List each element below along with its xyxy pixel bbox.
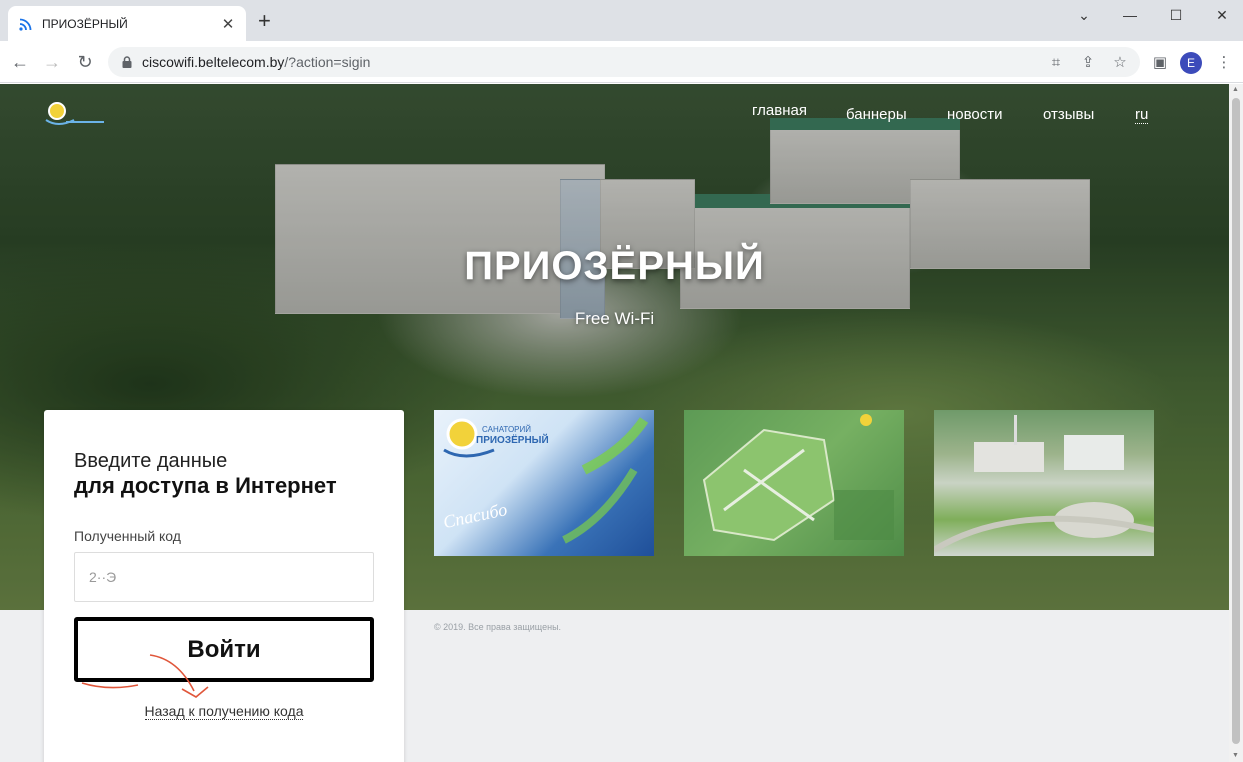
back-icon[interactable]: ← — [8, 50, 32, 74]
toolbar: ← → ↻ ciscowifi.beltelecom.by/?action=si… — [0, 41, 1243, 83]
url-text: ciscowifi.beltelecom.by/?action=sigin — [142, 54, 370, 70]
banner-thanks-text: Спасибо — [441, 499, 509, 532]
tab-title: ПРИОЗЁРНЫЙ — [42, 16, 128, 31]
page-scrollbar[interactable]: ▲ ▼ — [1229, 84, 1243, 762]
page-viewport: главная баннеры новости отзывы ru ПРИОЗЁ… — [0, 84, 1229, 762]
login-heading-line2: для доступа в Интернет — [74, 473, 337, 498]
banner-map-art — [702, 414, 894, 542]
url-host: ciscowifi.beltelecom.by — [142, 54, 285, 70]
window-close-icon[interactable]: ✕ — [1199, 0, 1243, 30]
sanatorium-logo[interactable] — [44, 100, 108, 130]
url-path: /?action=sigin — [284, 54, 371, 70]
back-to-code-link[interactable]: Назад к получению кода — [44, 703, 404, 720]
nav-news[interactable]: новости — [947, 106, 1003, 123]
tab-strip: ПРИОЗЁРНЫЙ ✕ + ⌄ — ☐ ✕ — [0, 0, 1243, 41]
wifi-icon — [19, 18, 32, 31]
menu-kebab-icon[interactable]: ⋮ — [1214, 52, 1234, 72]
copyright: © 2019. Все права защищены. — [434, 622, 562, 632]
lock-icon — [122, 56, 132, 68]
nav-banners[interactable]: баннеры — [846, 106, 907, 123]
share-icon[interactable]: ⇪ — [1078, 52, 1098, 72]
minimize-icon[interactable]: — — [1107, 0, 1153, 30]
address-bar[interactable]: ciscowifi.beltelecom.by/?action=sigin — [108, 47, 1140, 77]
banner-thank-you[interactable]: САНАТОРИЙ ПРИОЗЁРНЫЙ Спасибо — [434, 410, 654, 556]
banner-thank-you-art: САНАТОРИЙ ПРИОЗЁРНЫЙ Спасибо — [441, 417, 649, 544]
bookmark-star-icon[interactable]: ☆ — [1110, 52, 1130, 72]
hero-subtitle: Free Wi-Fi — [574, 309, 655, 328]
maximize-icon[interactable]: ☐ — [1153, 0, 1199, 30]
code-input[interactable] — [74, 552, 374, 602]
side-panel-icon[interactable]: ▣ — [1150, 52, 1170, 72]
scroll-down-icon[interactable]: ▼ — [1232, 752, 1239, 759]
tab-search-icon[interactable]: ⌄ — [1061, 0, 1107, 30]
nav-home[interactable]: главная — [752, 102, 807, 119]
hero-title: ПРИОЗЁРНЫЙ — [464, 244, 765, 288]
back-to-code-text: Назад к получению кода — [144, 703, 304, 720]
browser-tab[interactable]: ПРИОЗЁРНЫЙ ✕ — [8, 6, 246, 41]
close-tab-icon[interactable]: ✕ — [220, 15, 236, 33]
translate-icon[interactable]: ⌗ — [1046, 52, 1066, 72]
banner-aerial-art — [934, 415, 1154, 553]
banner-map[interactable] — [684, 410, 904, 556]
login-heading-line1: Введите данные — [74, 450, 228, 472]
profile-avatar[interactable]: E — [1180, 52, 1202, 74]
language-switch[interactable]: ru — [1135, 106, 1149, 124]
forward-icon[interactable]: → — [40, 50, 64, 74]
reload-icon[interactable]: ↻ — [73, 50, 97, 74]
login-button[interactable]: Войти — [74, 617, 374, 682]
new-tab-icon[interactable]: + — [258, 9, 271, 33]
scrollbar-thumb[interactable] — [1232, 98, 1240, 744]
nav-reviews[interactable]: отзывы — [1043, 106, 1094, 123]
banner-aerial[interactable] — [934, 410, 1154, 556]
login-card: Введите данные для доступа в Интернет По… — [44, 410, 404, 762]
scroll-up-icon[interactable]: ▲ — [1232, 86, 1239, 93]
banner-caption-small: САНАТОРИЙ — [482, 425, 531, 434]
code-label: Полученный код — [74, 528, 181, 544]
banner-caption-large: ПРИОЗЁРНЫЙ — [476, 433, 549, 446]
